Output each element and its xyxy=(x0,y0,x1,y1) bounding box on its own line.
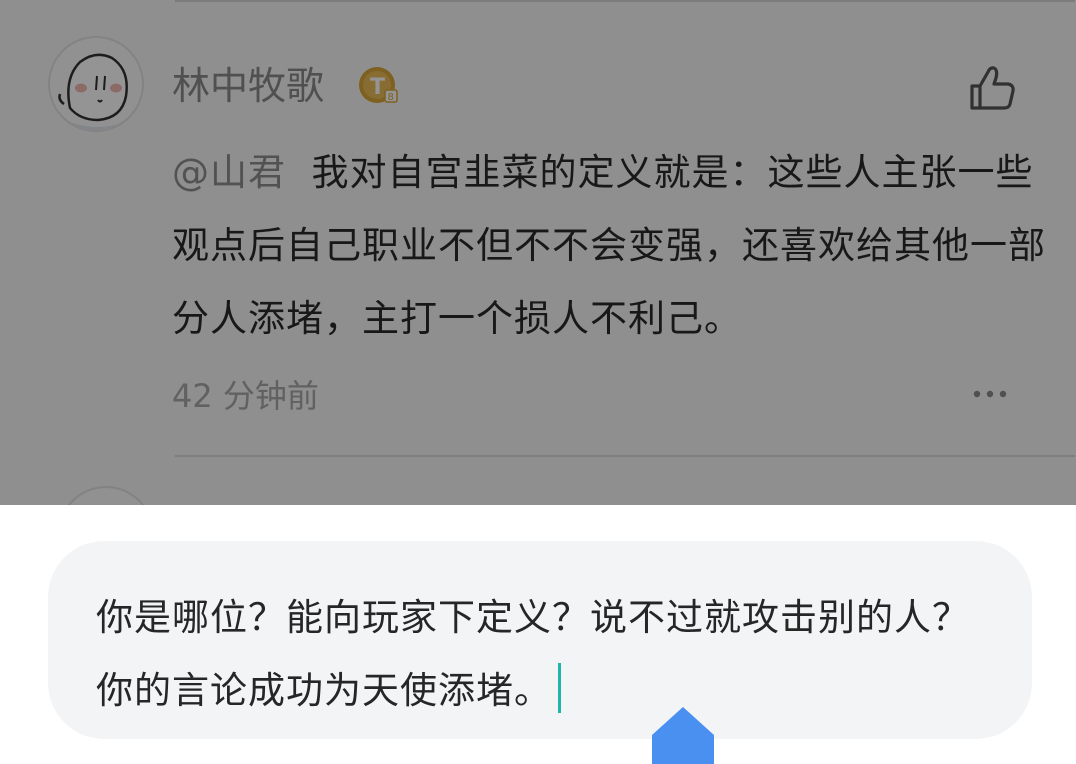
text-caret xyxy=(558,663,561,713)
reply-text: 你是哪位？能向玩家下定义？说不过就攻击别的人？你的言论成功为天使添堵。 xyxy=(96,596,970,712)
reply-input[interactable]: 你是哪位？能向玩家下定义？说不过就攻击别的人？你的言论成功为天使添堵。 xyxy=(48,541,1032,739)
dim-overlay[interactable] xyxy=(0,0,1076,505)
text-selection-handle-icon[interactable] xyxy=(652,707,714,764)
screen: 林中牧歌 T 8 @山君 我对自宫韭菜的定义就是：这些人主张一些观点后自己职业不… xyxy=(0,0,1076,764)
reply-panel: 你是哪位？能向玩家下定义？说不过就攻击别的人？你的言论成功为天使添堵。 xyxy=(0,505,1076,764)
